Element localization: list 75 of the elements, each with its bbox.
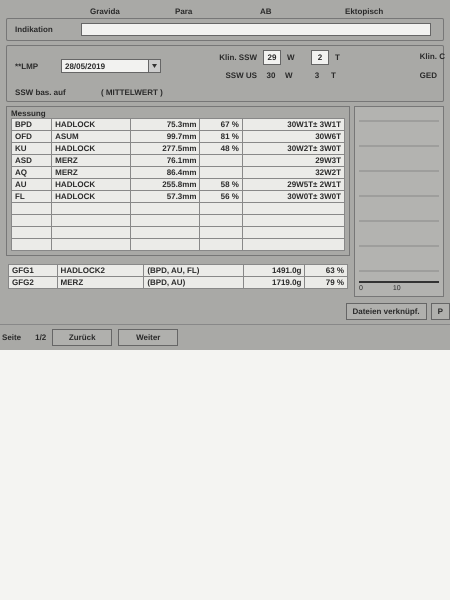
- table-cell: 30W6T: [242, 130, 344, 142]
- page-number: 1/2: [35, 333, 46, 342]
- table-cell: ASD: [12, 154, 52, 166]
- table-cell: 30W1T± 3W1T: [242, 118, 344, 130]
- table-cell: MERZ: [52, 166, 131, 178]
- table-cell: [200, 154, 242, 166]
- field-label: Gravida: [90, 7, 121, 16]
- unit-label: W: [287, 53, 296, 62]
- table-cell: KU: [12, 142, 52, 154]
- table-cell: [200, 166, 242, 178]
- page-label: Seite: [2, 333, 22, 342]
- days-value: 3: [314, 70, 320, 82]
- days-field[interactable]: 2: [311, 50, 329, 65]
- caret-icon: [152, 64, 157, 68]
- table-cell: 57.3mm: [130, 190, 200, 202]
- table-cell: HADLOCK: [52, 190, 131, 202]
- indication-field[interactable]: [81, 23, 431, 36]
- table-cell: 56 %: [200, 190, 242, 202]
- table-cell: 30W2T± 3W0T: [242, 142, 344, 154]
- table-cell: 1719.0g: [244, 276, 305, 288]
- table-cell: (BPD, AU, FL): [144, 264, 244, 276]
- table-cell: 67 %: [200, 118, 242, 130]
- table-cell: 29W5T± 2W1T: [242, 178, 344, 190]
- field-label: Klin. SSW: [218, 53, 257, 62]
- table-cell: 30W0T± 3W0T: [242, 190, 344, 202]
- table-cell: (BPD, AU): [144, 276, 244, 288]
- table-cell: OFD: [12, 130, 52, 142]
- unit-label: W: [285, 71, 294, 80]
- table-cell: MERZ: [57, 276, 144, 288]
- table-cell: 48 %: [200, 142, 242, 154]
- unit-label: T: [331, 71, 336, 80]
- table-cell: 79 %: [304, 276, 348, 288]
- table-cell: 99.7mm: [130, 130, 200, 142]
- table-cell: 76.1mm: [130, 154, 200, 166]
- table-cell: GFG2: [8, 276, 58, 288]
- field-label: Para: [175, 7, 194, 16]
- action-button[interactable]: Dateien verknüpf.: [346, 303, 427, 320]
- table-cell: ASUM: [52, 130, 131, 142]
- table-cell: AQ: [12, 166, 52, 178]
- table-cell: 75.3mm: [130, 118, 200, 130]
- nav-button[interactable]: Zurück: [52, 329, 112, 346]
- table-cell: FL: [12, 190, 52, 202]
- table-cell: 86.4mm: [130, 166, 200, 178]
- table-cell: 63 %: [304, 264, 348, 276]
- table-cell: 255.8mm: [130, 178, 200, 190]
- field-label: Indikation: [15, 25, 54, 34]
- field-label: SSW bas. auf: [15, 88, 67, 97]
- table-cell: 32W2T: [242, 166, 344, 178]
- table-cell: 81 %: [200, 130, 242, 142]
- table-cell: HADLOCK: [52, 118, 131, 130]
- panel-title: Messung: [11, 109, 47, 118]
- field-label: Klin. C: [420, 52, 445, 61]
- table-cell: BPD: [12, 118, 52, 130]
- field-label: GED: [420, 71, 438, 80]
- table-cell: MERZ: [52, 154, 131, 166]
- weeks-field[interactable]: 29: [263, 50, 281, 65]
- table-cell: 1491.0g: [244, 264, 305, 276]
- date-dropdown[interactable]: 28/05/2019: [61, 59, 161, 73]
- unit-label: T: [335, 53, 340, 62]
- field-label: SSW US: [224, 71, 257, 80]
- field-label: **LMP: [15, 62, 40, 70]
- table-cell: HADLOCK: [52, 178, 131, 190]
- table-cell: HADLOCK2: [57, 264, 144, 276]
- table-cell: 277.5mm: [130, 142, 200, 154]
- nav-button[interactable]: Weiter: [118, 329, 178, 346]
- table-cell: 58 %: [200, 178, 242, 190]
- field-label: AB: [260, 7, 273, 16]
- table-cell: HADLOCK: [52, 142, 131, 154]
- table-cell: GFG1: [8, 264, 58, 276]
- table-cell: AU: [12, 178, 52, 190]
- weeks-value: 30: [266, 70, 276, 82]
- table-cell: 29W3T: [242, 154, 344, 166]
- basis-value: ( MITTELWERT ): [101, 88, 163, 97]
- action-button[interactable]: P: [430, 303, 450, 320]
- field-label: Ektopisch: [345, 7, 384, 16]
